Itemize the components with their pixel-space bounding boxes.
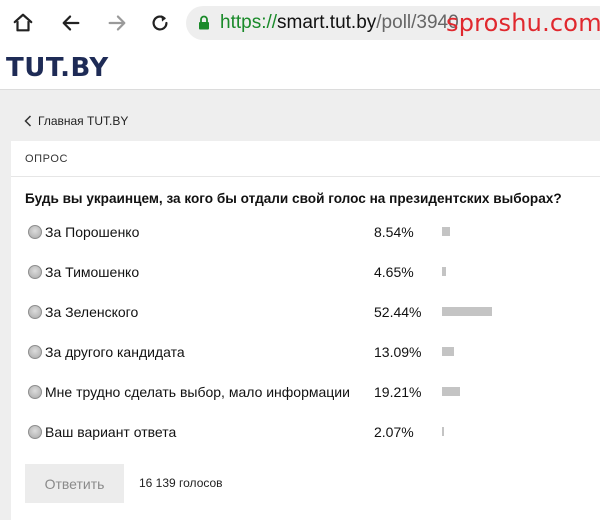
url-scheme: https:// <box>220 12 278 33</box>
option-result-bar <box>442 347 454 356</box>
radio-button[interactable] <box>28 345 42 359</box>
option-percent: 4.65% <box>374 264 414 280</box>
url-host: smart.tut.by <box>277 12 377 33</box>
forward-button[interactable] <box>103 9 131 37</box>
option-result-bar <box>442 307 492 316</box>
lock-icon <box>199 15 209 30</box>
poll-option[interactable]: За Тимошенко 4.65% <box>28 262 588 286</box>
radio-button[interactable] <box>28 425 42 439</box>
option-label: За другого кандидата <box>45 344 185 360</box>
site-header: TUT.BY <box>0 46 600 90</box>
chevron-left-icon <box>24 115 32 127</box>
watermark: sproshu.com <box>446 9 600 37</box>
breadcrumb-label: Главная TUT.BY <box>38 114 129 128</box>
browser-toolbar: https://smart.tut.by/poll/3940 sproshu.c… <box>0 0 600 46</box>
option-percent: 52.44% <box>374 304 422 320</box>
poll-option[interactable]: За другого кандидата 13.09% <box>28 342 588 366</box>
radio-button[interactable] <box>28 225 42 239</box>
divider <box>11 176 600 177</box>
option-result-bar <box>442 387 460 396</box>
poll-card: ОПРОС Будь вы украинцем, за кого бы отда… <box>11 141 600 520</box>
breadcrumb[interactable]: Главная TUT.BY <box>24 114 128 128</box>
radio-button[interactable] <box>28 305 42 319</box>
reload-icon <box>152 15 168 31</box>
reload-button[interactable] <box>146 9 174 37</box>
option-label: За Тимошенко <box>45 264 140 280</box>
poll-option[interactable]: За Порошенко 8.54% <box>28 222 588 246</box>
option-label: Мне трудно сделать выбор, мало информаци… <box>45 384 350 400</box>
radio-button[interactable] <box>28 385 42 399</box>
option-label: За Зеленского <box>45 304 139 320</box>
poll-question: Будь вы украинцем, за кого бы отдали сво… <box>25 191 562 206</box>
vote-count: 16 139 голосов <box>139 476 223 490</box>
option-percent: 2.07% <box>374 424 414 440</box>
poll-option[interactable]: Ваш вариант ответа 2.07% <box>28 422 588 446</box>
site-logo[interactable]: TUT.BY <box>6 54 109 82</box>
poll-option[interactable]: Мне трудно сделать выбор, мало информаци… <box>28 382 588 406</box>
forward-arrow-icon <box>108 15 126 31</box>
option-result-bar <box>442 227 450 236</box>
url-text: https://smart.tut.by/poll/3940 <box>220 13 459 33</box>
option-result-bar <box>442 267 446 276</box>
option-result-bar <box>442 427 444 436</box>
option-percent: 8.54% <box>374 224 414 240</box>
option-percent: 19.21% <box>374 384 422 400</box>
radio-button[interactable] <box>28 265 42 279</box>
option-label: Ваш вариант ответа <box>45 424 177 440</box>
page-content: Главная TUT.BY ОПРОС Будь вы украинцем, … <box>0 90 600 520</box>
poll-option[interactable]: За Зеленского 52.44% <box>28 302 588 326</box>
back-arrow-icon <box>62 15 80 31</box>
home-button[interactable] <box>9 9 37 37</box>
option-percent: 13.09% <box>374 344 422 360</box>
submit-vote-button[interactable]: Ответить <box>25 464 124 503</box>
poll-kicker: ОПРОС <box>25 153 69 165</box>
option-label: За Порошенко <box>45 224 140 240</box>
home-icon <box>13 13 33 32</box>
back-button[interactable] <box>57 9 85 37</box>
